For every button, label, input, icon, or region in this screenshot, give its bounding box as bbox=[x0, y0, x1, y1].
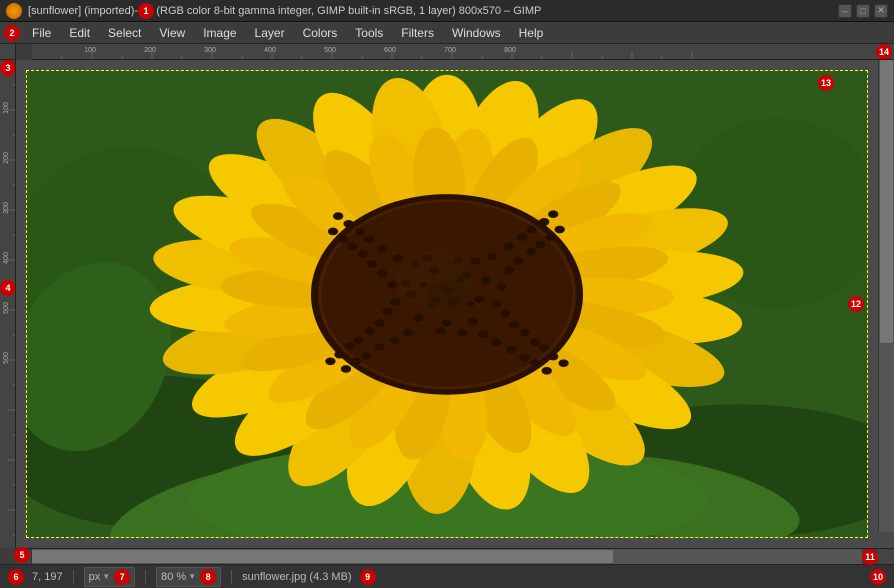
ruler-corner bbox=[0, 44, 16, 60]
zoom-label: 80 % bbox=[161, 571, 186, 583]
zoom-arrow: ▼ bbox=[188, 572, 196, 581]
svg-text:200: 200 bbox=[144, 47, 156, 54]
canvas-area[interactable]: 12 13 bbox=[16, 60, 894, 548]
window-title: [sunflower] (imported)-1.0 (RGB color 8-… bbox=[28, 5, 838, 17]
menu-filters[interactable]: Filters bbox=[393, 24, 442, 42]
svg-text:800: 800 bbox=[504, 47, 516, 54]
ruler-horizontal: 100 200 300 400 500 600 700 800 14 bbox=[32, 44, 894, 60]
file-info: sunflower.jpg (4.3 MB) bbox=[242, 571, 351, 583]
svg-text:100: 100 bbox=[84, 47, 96, 54]
menu-tools[interactable]: Tools bbox=[347, 24, 391, 42]
status-bar: 6 7, 197 px ▼ 7 80 % ▼ 8 sunflower.jpg (… bbox=[0, 564, 894, 588]
svg-text:300: 300 bbox=[204, 47, 216, 54]
image-canvas[interactable] bbox=[26, 70, 868, 538]
svg-text:500: 500 bbox=[3, 352, 10, 364]
badge-9: 9 bbox=[360, 569, 376, 585]
menu-view[interactable]: View bbox=[151, 24, 193, 42]
ruler-vertical: 100 200 300 400 500 500 3 4 bbox=[0, 60, 16, 548]
menu-windows[interactable]: Windows bbox=[444, 24, 509, 42]
zoom-selector[interactable]: 80 % ▼ 8 bbox=[156, 567, 221, 587]
window-controls: – □ ✕ bbox=[838, 4, 888, 18]
svg-text:400: 400 bbox=[264, 47, 276, 54]
svg-text:400: 400 bbox=[3, 252, 10, 264]
badge-6: 6 bbox=[8, 569, 24, 585]
ruler-h-svg: 100 200 300 400 500 600 700 800 bbox=[32, 44, 894, 59]
menu-edit[interactable]: Edit bbox=[61, 24, 98, 42]
minimize-button[interactable]: – bbox=[838, 4, 852, 18]
svg-text:500: 500 bbox=[324, 47, 336, 54]
badge-11: 11 bbox=[862, 549, 878, 565]
svg-text:700: 700 bbox=[444, 47, 456, 54]
scrollbar-horizontal[interactable] bbox=[32, 549, 862, 564]
menu-layer[interactable]: Layer bbox=[247, 24, 293, 42]
svg-text:500: 500 bbox=[3, 302, 10, 314]
menu-file[interactable]: File bbox=[24, 24, 59, 42]
menu-colors[interactable]: Colors bbox=[295, 24, 346, 42]
scrollbar-h-left: 5 bbox=[16, 549, 32, 564]
content-row: 100 200 300 400 500 500 3 4 bbox=[0, 60, 894, 548]
svg-text:100: 100 bbox=[3, 102, 10, 114]
close-button[interactable]: ✕ bbox=[874, 4, 888, 18]
main-area: 100 200 300 400 500 600 700 800 14 bbox=[0, 44, 894, 564]
unit-arrow: ▼ bbox=[102, 572, 110, 581]
scrollbar-row: 5 11 bbox=[16, 548, 894, 564]
menu-select[interactable]: Select bbox=[100, 24, 149, 42]
menu-help[interactable]: Help bbox=[511, 24, 552, 42]
badge-10: 10 bbox=[870, 569, 886, 585]
menu-bar: 2 File Edit Select View Image Layer Colo… bbox=[0, 22, 894, 44]
menu-image[interactable]: Image bbox=[195, 24, 244, 42]
app-icon bbox=[6, 3, 22, 19]
ruler-v-svg: 100 200 300 400 500 500 bbox=[0, 60, 15, 548]
badge-7: 7 bbox=[114, 569, 130, 585]
badge-2: 2 bbox=[4, 25, 20, 41]
title-bar: [sunflower] (imported)-1.0 (RGB color 8-… bbox=[0, 0, 894, 22]
cursor-coordinates: 7, 197 bbox=[32, 571, 63, 583]
svg-text:200: 200 bbox=[3, 152, 10, 164]
scrollbar-corner bbox=[878, 549, 894, 564]
separator-1 bbox=[73, 570, 74, 584]
separator-2 bbox=[145, 570, 146, 584]
svg-text:300: 300 bbox=[3, 202, 10, 214]
separator-3 bbox=[231, 570, 232, 584]
svg-text:600: 600 bbox=[384, 47, 396, 54]
unit-selector[interactable]: px ▼ 7 bbox=[84, 567, 136, 587]
scrollbar-vertical-thumb[interactable] bbox=[880, 60, 893, 343]
maximize-button[interactable]: □ bbox=[856, 4, 870, 18]
badge-8: 8 bbox=[200, 569, 216, 585]
scrollbar-vertical[interactable] bbox=[878, 60, 894, 532]
unit-label: px bbox=[89, 571, 101, 583]
badge-5: 5 bbox=[14, 547, 30, 563]
scrollbar-horizontal-thumb[interactable] bbox=[32, 550, 613, 563]
